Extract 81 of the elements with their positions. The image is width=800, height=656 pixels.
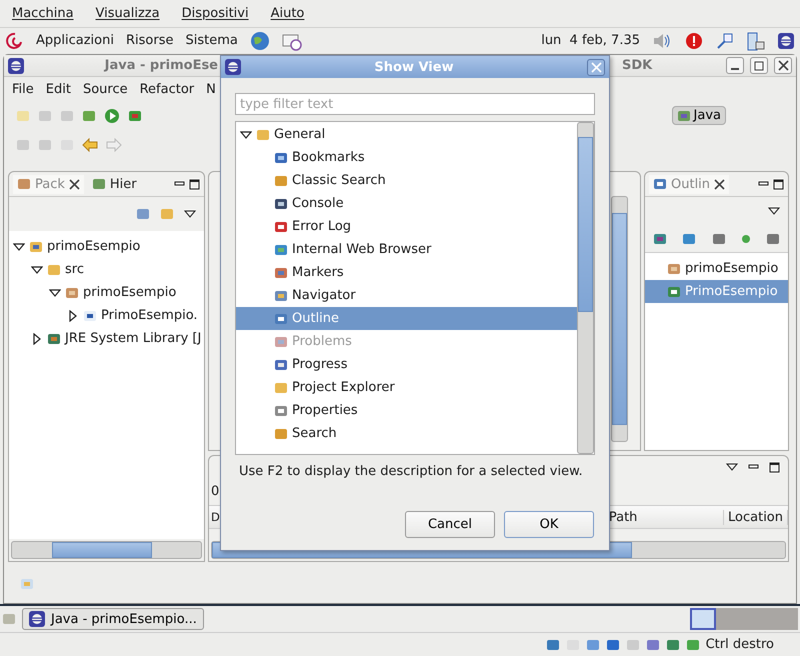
view-list-item[interactable]: Console (236, 192, 577, 215)
eclipse-icon (8, 58, 24, 74)
minimize-icon (731, 68, 739, 70)
view-list-item[interactable]: Progress (236, 353, 577, 376)
view-list-item[interactable]: Properties (236, 399, 577, 422)
view-menu-icon[interactable] (184, 210, 196, 218)
collapse-arrow-icon[interactable] (31, 264, 43, 276)
menu-item[interactable]: Refactor (140, 82, 194, 96)
view-list-item[interactable]: Search (236, 422, 577, 445)
hint-text: Use F2 to display the description for a selected view. (238, 463, 584, 481)
view-list-item[interactable]: Markers (236, 261, 577, 284)
column-header[interactable]: Location (724, 510, 788, 524)
ok-button[interactable]: OK (504, 511, 594, 538)
close-icon[interactable] (714, 178, 726, 190)
tree-item-label[interactable]: src (65, 262, 84, 277)
close-button[interactable] (587, 58, 605, 76)
view-list-item[interactable]: Project Explorer (236, 376, 577, 399)
vertical-scrollbar[interactable] (611, 196, 628, 442)
alert-icon[interactable] (684, 30, 704, 50)
filter-field[interactable]: type filter text (235, 93, 595, 115)
menu-item[interactable]: N (206, 82, 216, 96)
menu-item[interactable]: Aiuto (270, 6, 304, 21)
close-button[interactable] (774, 57, 792, 74)
clock-text: lun 4 feb, 7.35 (541, 33, 640, 48)
view-list-item[interactable]: Classic Search (236, 169, 577, 192)
battery-plug-icon[interactable] (746, 30, 766, 52)
back-arrow-icon[interactable] (82, 138, 98, 152)
swirl-logo-icon[interactable] (6, 32, 24, 50)
menu-item[interactable]: Macchina (12, 6, 74, 21)
window-title: SDK (622, 58, 652, 73)
menu-item[interactable]: Dispositivi (182, 6, 249, 21)
maximize-button[interactable] (750, 57, 768, 74)
dot-icon[interactable] (740, 234, 751, 244)
close-icon[interactable] (68, 178, 80, 190)
view-list-item[interactable]: Navigator (236, 284, 577, 307)
collapse-arrow-icon[interactable] (240, 128, 252, 140)
horizontal-scrollbar[interactable] (11, 541, 202, 559)
tree-item-label[interactable]: PrimoEsempio. (101, 308, 198, 323)
maximize-icon[interactable] (769, 462, 780, 472)
panel-menu[interactable]: Risorse (126, 33, 174, 48)
menu-item[interactable]: Edit (46, 82, 71, 96)
tree-item-label[interactable]: JRE System Library [J (65, 331, 202, 346)
tree-item-label[interactable]: primoEsempio (83, 285, 176, 300)
view-menu-icon[interactable] (768, 207, 780, 215)
close-icon[interactable] (778, 60, 788, 71)
eclipse-icon (29, 611, 45, 627)
eclipse-icon (225, 59, 241, 75)
minimize-button[interactable] (726, 57, 744, 74)
perspective-button[interactable]: Java (672, 106, 726, 125)
tree-item[interactable]: primoEsempio (645, 257, 788, 280)
tree-item-label[interactable]: primoEsempio (47, 239, 140, 254)
run-icon[interactable] (104, 108, 120, 124)
menu-item[interactable]: Visualizza (96, 6, 160, 21)
panel-menu[interactable]: Sistema (185, 33, 238, 48)
window-title: Java - primoEse (104, 58, 218, 73)
eclipse-icon (778, 32, 794, 48)
maximize-icon[interactable] (189, 178, 200, 190)
collapse-arrow-icon[interactable] (13, 240, 25, 252)
view-list-item[interactable]: Bookmarks (236, 146, 577, 169)
maximize-icon[interactable] (773, 178, 784, 190)
view-list-item[interactable]: Internal Web Browser (236, 238, 577, 261)
view-list-item[interactable]: Error Log (236, 215, 577, 238)
view-tab[interactable]: Hier (88, 174, 141, 194)
maximize-icon (754, 60, 764, 70)
tree-item-label[interactable]: General (274, 127, 326, 142)
panel-menu[interactable]: Applicazioni (36, 33, 114, 48)
speaker-icon[interactable] (652, 32, 672, 50)
expand-arrow-icon[interactable] (31, 332, 43, 344)
problem-count: 0 (210, 483, 220, 501)
cancel-button[interactable]: Cancel (405, 511, 495, 538)
collapse-arrow-icon[interactable] (49, 286, 61, 298)
host-key-text: Ctrl destro (706, 637, 774, 652)
column-header[interactable]: D (209, 510, 221, 524)
menu-item[interactable]: File (12, 82, 34, 96)
workspace-switcher[interactable] (690, 608, 798, 630)
taskbar-button[interactable]: Java - primoEsempio... (22, 608, 204, 630)
view-menu-icon[interactable] (726, 463, 738, 471)
menu-item[interactable]: Source (82, 82, 128, 96)
dialog-title: Show View (373, 60, 455, 74)
vertical-scrollbar[interactable] (577, 122, 594, 454)
expand-arrow-icon[interactable] (67, 310, 79, 322)
